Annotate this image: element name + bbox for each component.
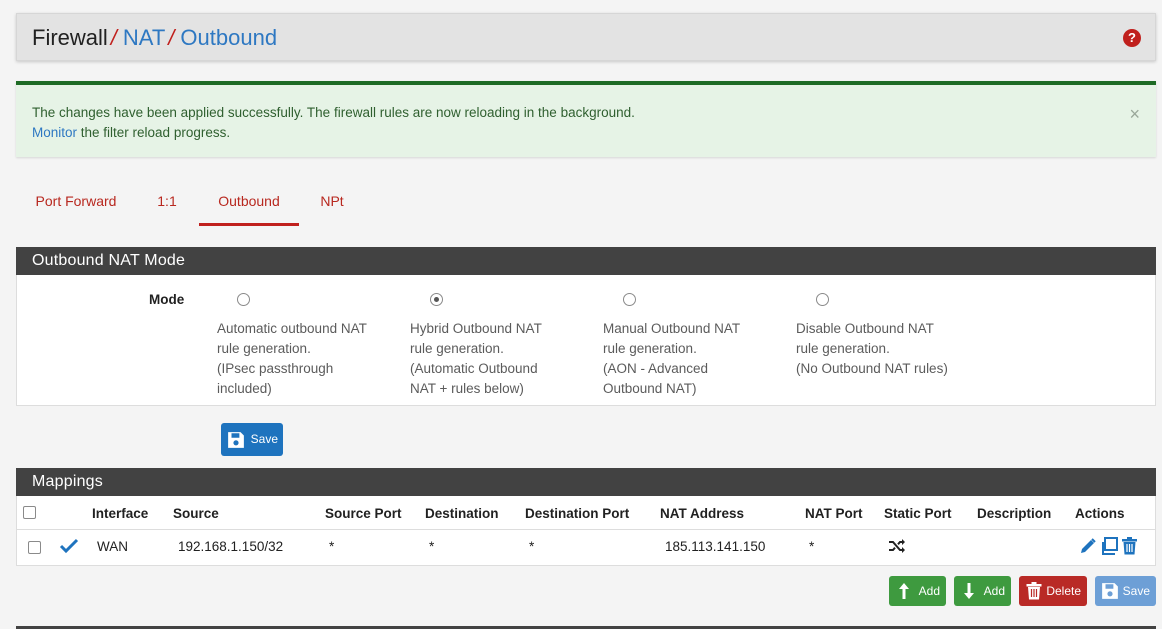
breadcrumb-separator: /	[110, 25, 117, 50]
mode-save-button[interactable]: Save	[221, 423, 283, 456]
mappings-table: Interface Source Source Port Destination…	[16, 496, 1156, 566]
col-destination: Destination	[425, 506, 499, 521]
mode-option-disable: Disable Outbound NAT rule generation. (N…	[796, 293, 976, 379]
tab-one-to-one[interactable]: 1:1	[148, 183, 186, 226]
col-destination-port: Destination Port	[525, 506, 630, 521]
save-button[interactable]: Save	[1095, 576, 1156, 606]
delete-button[interactable]: Delete	[1019, 576, 1087, 606]
mode-radio-automatic[interactable]	[237, 293, 250, 306]
mode-panel-heading: Outbound NAT Mode	[16, 247, 1156, 275]
add-bottom-label: Add	[983, 584, 1005, 598]
cell-source-port: *	[329, 539, 335, 554]
row-select-checkbox[interactable]	[28, 541, 41, 554]
breadcrumb-separator: /	[168, 25, 175, 50]
breadcrumb-nat-link[interactable]: NAT	[123, 25, 165, 50]
trash-icon	[1026, 582, 1042, 600]
pencil-icon[interactable]	[1079, 537, 1097, 555]
table-header-divider	[17, 529, 1155, 530]
arrow-down-icon	[964, 583, 974, 599]
trash-icon[interactable]	[1121, 537, 1138, 555]
copy-icon[interactable]	[1100, 537, 1118, 555]
floppy-disk-icon	[228, 432, 244, 448]
col-actions: Actions	[1075, 506, 1125, 521]
breadcrumb-bar: Firewall / NAT / Outbound ?	[16, 13, 1156, 61]
cell-nat-port: *	[809, 539, 815, 554]
mode-desc-automatic: Automatic outbound NAT rule generation. …	[217, 321, 367, 396]
add-rule-top-button[interactable]: Add	[889, 576, 946, 606]
alert-message-rest: the filter reload progress.	[77, 125, 231, 140]
mode-panel-body: Mode Automatic outbound NAT rule generat…	[16, 275, 1156, 406]
mode-save-label: Save	[250, 432, 278, 446]
col-description: Description	[977, 506, 1052, 521]
breadcrumb-outbound-link[interactable]: Outbound	[180, 25, 277, 50]
delete-label: Delete	[1046, 584, 1081, 598]
cell-nat-address: 185.113.141.150	[665, 539, 766, 554]
mode-desc-manual: Manual Outbound NAT rule generation. (AO…	[603, 321, 741, 396]
mode-option-manual: Manual Outbound NAT rule generation. (AO…	[603, 293, 783, 399]
mode-radio-hybrid[interactable]	[430, 293, 443, 306]
success-alert: The changes have been applied successful…	[16, 81, 1156, 157]
col-interface: Interface	[92, 506, 149, 521]
mode-label: Mode	[149, 292, 185, 307]
shuffle-icon	[889, 539, 905, 553]
mode-option-hybrid: Hybrid Outbound NAT rule generation. (Au…	[410, 293, 590, 399]
select-all-checkbox[interactable]	[23, 506, 36, 519]
cell-destination-port: *	[529, 539, 535, 554]
col-nat-address: NAT Address	[660, 506, 745, 521]
add-rule-bottom-button[interactable]: Add	[954, 576, 1011, 606]
arrow-up-icon	[899, 583, 909, 599]
col-source: Source	[173, 506, 219, 521]
mode-radio-disable[interactable]	[816, 293, 829, 306]
mode-desc-disable: Disable Outbound NAT rule generation. (N…	[796, 321, 948, 376]
alert-message-line1: The changes have been applied successful…	[32, 105, 635, 120]
mode-radio-manual[interactable]	[623, 293, 636, 306]
breadcrumb-firewall: Firewall	[32, 25, 108, 50]
tab-port-forward[interactable]: Port Forward	[16, 183, 136, 226]
check-enabled-icon[interactable]	[59, 538, 79, 554]
col-nat-port: NAT Port	[805, 506, 863, 521]
mode-desc-hybrid: Hybrid Outbound NAT rule generation. (Au…	[410, 321, 542, 396]
add-top-label: Add	[918, 584, 940, 598]
breadcrumb: Firewall / NAT / Outbound	[32, 24, 277, 52]
monitor-link[interactable]: Monitor	[32, 125, 77, 140]
question-circle-icon[interactable]: ?	[1123, 29, 1141, 47]
save-label: Save	[1122, 584, 1150, 598]
close-icon[interactable]: ×	[1129, 105, 1140, 123]
col-source-port: Source Port	[325, 506, 402, 521]
col-static-port: Static Port	[884, 506, 952, 521]
tab-outbound[interactable]: Outbound	[199, 183, 299, 226]
mappings-panel-heading: Mappings	[16, 468, 1156, 496]
cell-interface: WAN	[97, 539, 128, 554]
cell-destination: *	[429, 539, 435, 554]
mode-option-automatic: Automatic outbound NAT rule generation. …	[217, 293, 397, 399]
cell-source: 192.168.1.150/32	[178, 539, 284, 554]
floppy-disk-icon	[1102, 583, 1118, 599]
tab-npt[interactable]: NPt	[312, 183, 352, 226]
alert-message-line2: Monitor the filter reload progress.	[32, 123, 1156, 143]
